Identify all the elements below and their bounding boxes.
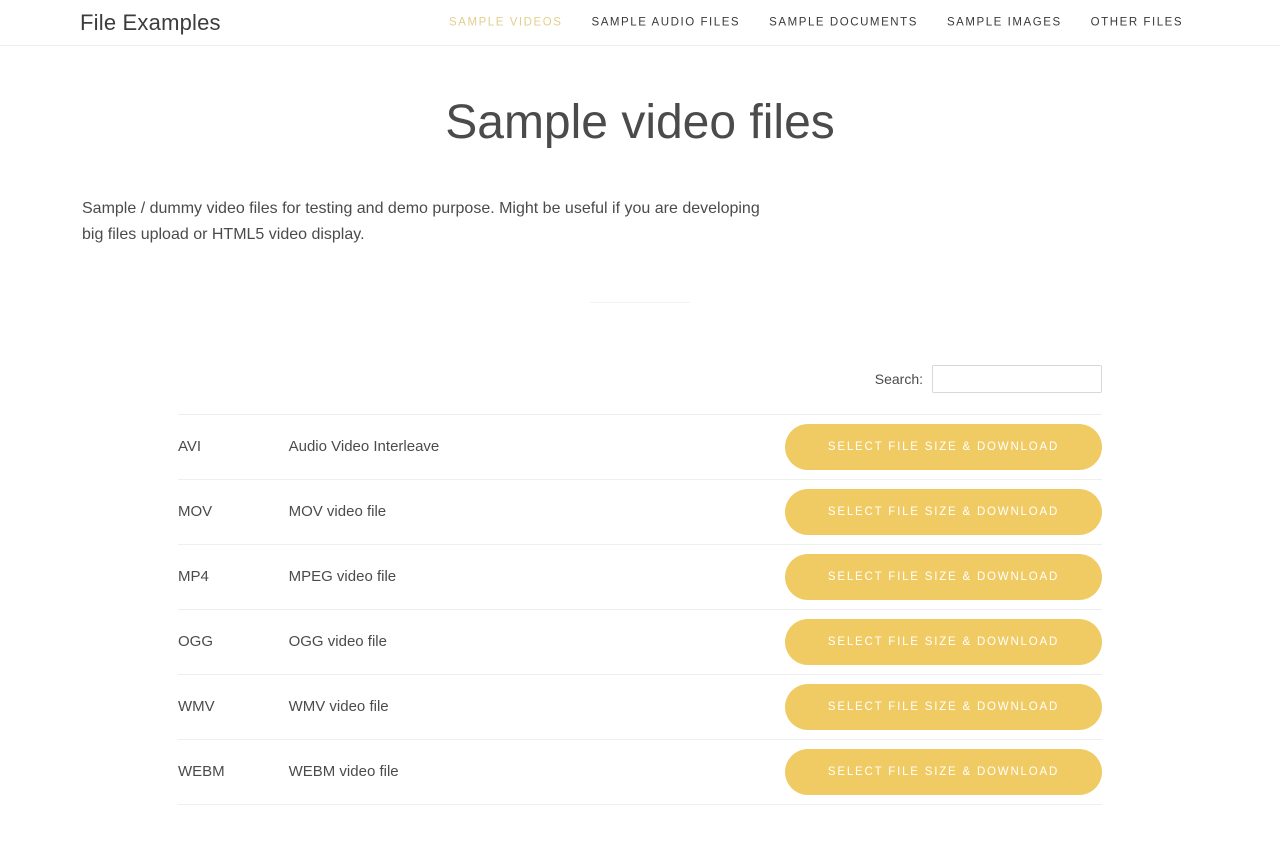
select-file-size-and-download-button[interactable]: SELECT FILE SIZE & DOWNLOAD [785,488,1102,535]
select-file-size-and-download-button[interactable]: SELECT FILE SIZE & DOWNLOAD [785,748,1102,795]
search-label: Search: [874,370,923,387]
search-input[interactable] [932,364,1102,393]
file-table-body: AVI Audio Video Interleave SELECT FILE S… [178,414,1102,805]
page-title: Sample video files [445,96,835,149]
cell-action: SELECT FILE SIZE & DOWNLOAD [746,414,1102,479]
cell-extension: WMV [178,698,215,716]
file-table-section: Search: AVI Audio Video Interleave SELEC… [178,303,1102,805]
table-row: WEBM WEBM video file SELECT FILE SIZE & … [178,739,1102,805]
nav-item-sample-documents[interactable]: SAMPLE DOCUMENTS [769,16,918,29]
table-row: OGG OGG video file SELECT FILE SIZE & DO… [178,609,1102,674]
select-file-size-and-download-button[interactable]: SELECT FILE SIZE & DOWNLOAD [785,683,1102,730]
cell-extension: OGG [178,633,214,651]
cell-extension: WEBM [178,763,225,781]
cell-action: SELECT FILE SIZE & DOWNLOAD [746,739,1102,804]
page-content: Sample video files Sample / dummy video … [0,46,1280,805]
table-row: AVI Audio Video Interleave SELECT FILE S… [178,414,1102,479]
cell-action: SELECT FILE SIZE & DOWNLOAD [746,479,1102,544]
select-file-size-and-download-button[interactable]: SELECT FILE SIZE & DOWNLOAD [785,553,1102,600]
table-row: MOV MOV video file SELECT FILE SIZE & DO… [178,479,1102,544]
site-header: File Examples SAMPLE VIDEOS SAMPLE AUDIO… [0,0,1280,46]
brand-logo[interactable]: File Examples [80,10,221,36]
intro-section: Sample / dummy video files for testing a… [80,152,1200,248]
cell-description: OGG video file [288,633,387,651]
cell-action: SELECT FILE SIZE & DOWNLOAD [746,609,1102,674]
table-row: MP4 MPEG video file SELECT FILE SIZE & D… [178,544,1102,609]
nav-item-sample-images[interactable]: SAMPLE IMAGES [947,16,1062,29]
main-navigation: SAMPLE VIDEOS SAMPLE AUDIO FILES SAMPLE … [449,16,1183,29]
select-file-size-and-download-button[interactable]: SELECT FILE SIZE & DOWNLOAD [785,618,1102,665]
cell-extension: MP4 [178,568,209,586]
cell-extension: AVI [178,438,202,456]
cell-description: WMV video file [288,698,389,716]
cell-extension: MOV [178,503,213,521]
nav-item-sample-audio-files[interactable]: SAMPLE AUDIO FILES [591,16,740,29]
cell-description: MOV video file [288,503,387,521]
nav-item-other-files[interactable]: OTHER FILES [1091,16,1183,29]
nav-item-sample-videos[interactable]: SAMPLE VIDEOS [449,16,562,29]
cell-description: MPEG video file [288,568,397,586]
file-table: AVI Audio Video Interleave SELECT FILE S… [178,414,1102,805]
cell-action: SELECT FILE SIZE & DOWNLOAD [746,674,1102,739]
cell-description: WEBM video file [288,763,399,781]
search-row: Search: [178,364,1102,414]
table-row: WMV WMV video file SELECT FILE SIZE & DO… [178,674,1102,739]
select-file-size-and-download-button[interactable]: SELECT FILE SIZE & DOWNLOAD [785,423,1102,470]
intro-paragraph: Sample / dummy video files for testing a… [82,199,760,243]
cell-action: SELECT FILE SIZE & DOWNLOAD [746,544,1102,609]
cell-description: Audio Video Interleave [288,438,440,456]
